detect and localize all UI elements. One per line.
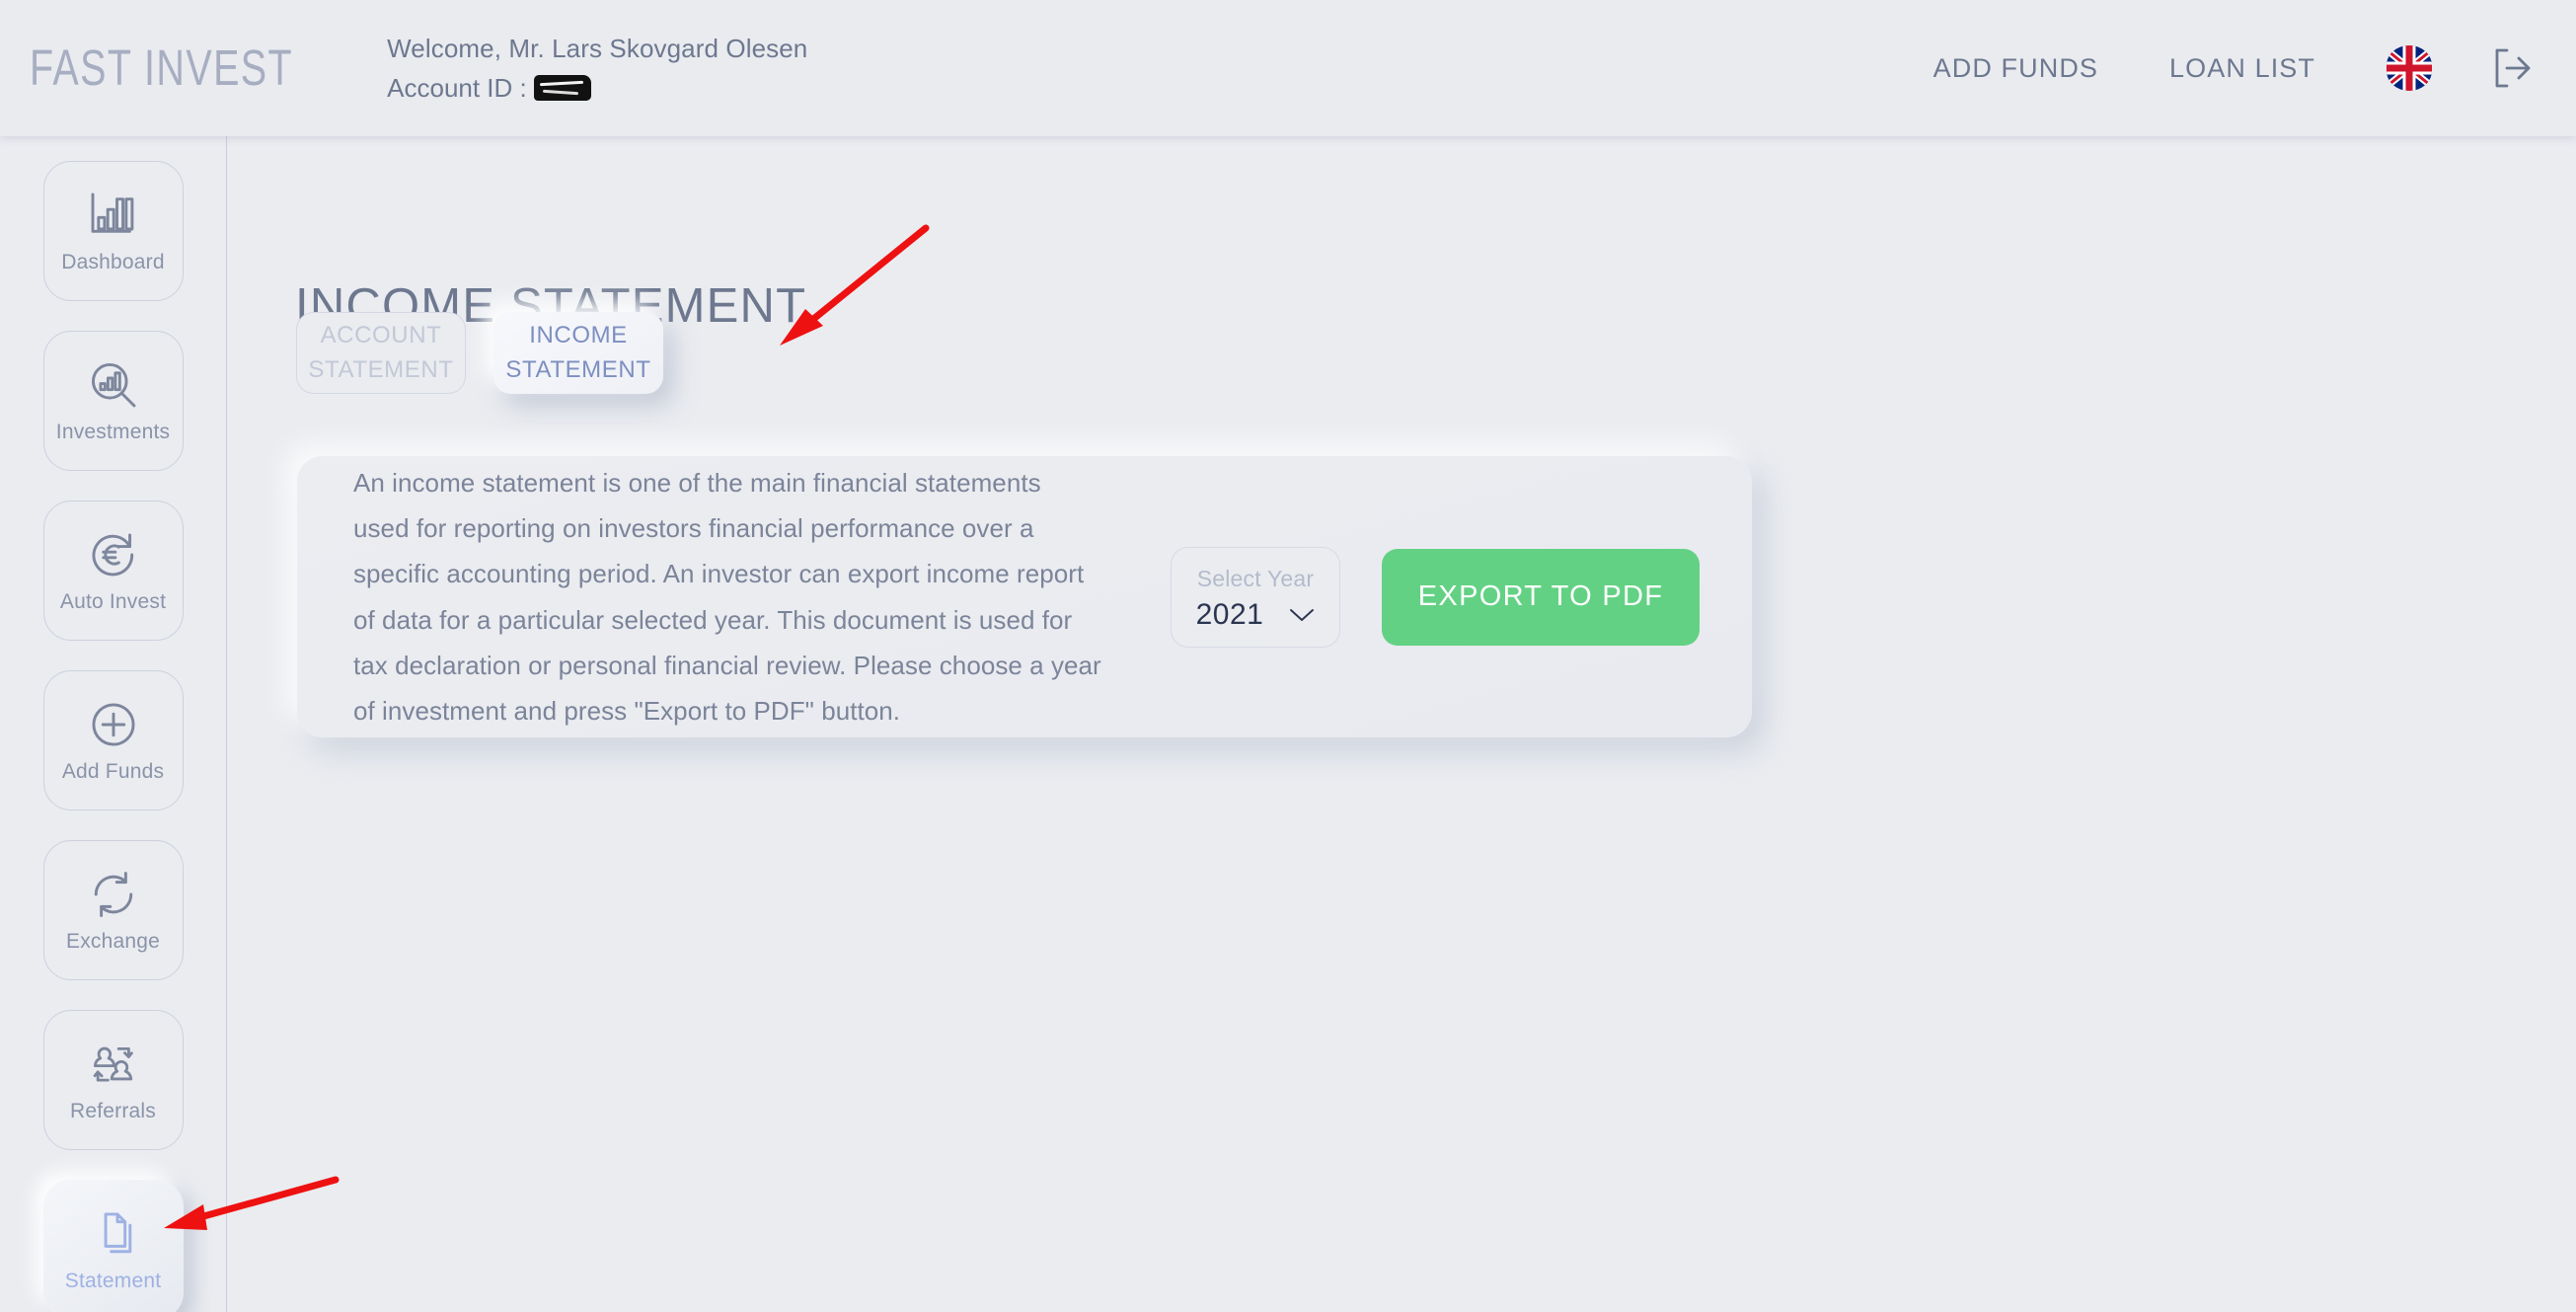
euro-refresh-icon <box>86 527 141 582</box>
left-sidebar: Dashboard Investments Auto Invest Add Fu… <box>0 136 227 1312</box>
sidebar-item-auto-invest[interactable]: Auto Invest <box>42 501 184 641</box>
app-root: FAST INVEST Welcome, Mr. Lars Skovgard O… <box>0 0 2576 1312</box>
tab-label-line1: INCOME <box>529 322 628 349</box>
sidebar-item-referrals[interactable]: Referrals <box>42 1010 184 1150</box>
tab-account-statement[interactable]: ACCOUNT STATEMENT <box>296 312 466 394</box>
tab-label-line2: STATEMENT <box>308 355 454 383</box>
header-nav: ADD FUNDS LOAN LIST <box>1933 44 2576 92</box>
sidebar-item-label: Dashboard <box>61 251 165 273</box>
statement-tabs: ACCOUNT STATEMENT INCOME STATEMENT <box>296 312 663 394</box>
year-select[interactable]: Select Year 2021 <box>1171 546 1340 648</box>
sidebar-item-label: Exchange <box>65 930 160 953</box>
sidebar-item-label: Statement <box>64 1270 162 1292</box>
documents-icon <box>86 1206 141 1262</box>
sidebar-item-label: Referrals <box>70 1100 156 1122</box>
uk-flag-icon[interactable] <box>2387 45 2432 91</box>
sidebar-item-label: Add Funds <box>61 760 165 783</box>
brand-logo[interactable]: FAST INVEST <box>30 39 293 98</box>
tab-label-line1: ACCOUNT <box>320 322 442 349</box>
refresh-icon <box>86 867 141 922</box>
sidebar-item-investments[interactable]: Investments <box>42 331 184 471</box>
bar-chart-icon <box>86 188 141 243</box>
people-swap-icon <box>86 1037 141 1092</box>
income-statement-card: An income statement is one of the main f… <box>297 456 1752 737</box>
account-id-redaction <box>533 75 591 101</box>
export-to-pdf-button[interactable]: EXPORT TO PDF <box>1382 548 1700 646</box>
main-content: INCOME STATEMENT ACCOUNT STATEMENT INCOM… <box>228 136 2576 1312</box>
description-text: An income statement is one of the main f… <box>353 468 1101 726</box>
sidebar-item-dashboard[interactable]: Dashboard <box>42 161 184 301</box>
plus-circle-icon <box>86 697 141 752</box>
sidebar-item-label: Auto Invest <box>59 590 167 613</box>
sidebar-item-statement[interactable]: Statement <box>42 1180 184 1312</box>
nav-add-funds[interactable]: ADD FUNDS <box>1933 53 2098 84</box>
chevron-down-icon <box>1289 607 1315 623</box>
top-header: FAST INVEST Welcome, Mr. Lars Skovgard O… <box>0 0 2576 136</box>
year-select-value: 2021 <box>1195 598 1264 631</box>
account-id-row: Account ID : <box>387 73 807 104</box>
sidebar-item-label: Investments <box>55 421 171 443</box>
tab-label-line2: STATEMENT <box>505 355 651 383</box>
tab-income-statement[interactable]: INCOME STATEMENT <box>493 312 663 394</box>
user-info: Welcome, Mr. Lars Skovgard Olesen Accoun… <box>387 34 807 104</box>
account-id-label: Account ID : <box>387 72 527 103</box>
year-select-label: Select Year <box>1196 566 1315 591</box>
year-select-value-row: 2021 <box>1196 598 1316 632</box>
sidebar-item-add-funds[interactable]: Add Funds <box>42 670 184 810</box>
sidebar-item-exchange[interactable]: Exchange <box>42 840 184 980</box>
welcome-text: Welcome, Mr. Lars Skovgard Olesen <box>387 33 808 63</box>
search-chart-icon <box>86 357 141 413</box>
nav-loan-list[interactable]: LOAN LIST <box>2169 53 2315 84</box>
logout-icon[interactable] <box>2489 44 2537 92</box>
